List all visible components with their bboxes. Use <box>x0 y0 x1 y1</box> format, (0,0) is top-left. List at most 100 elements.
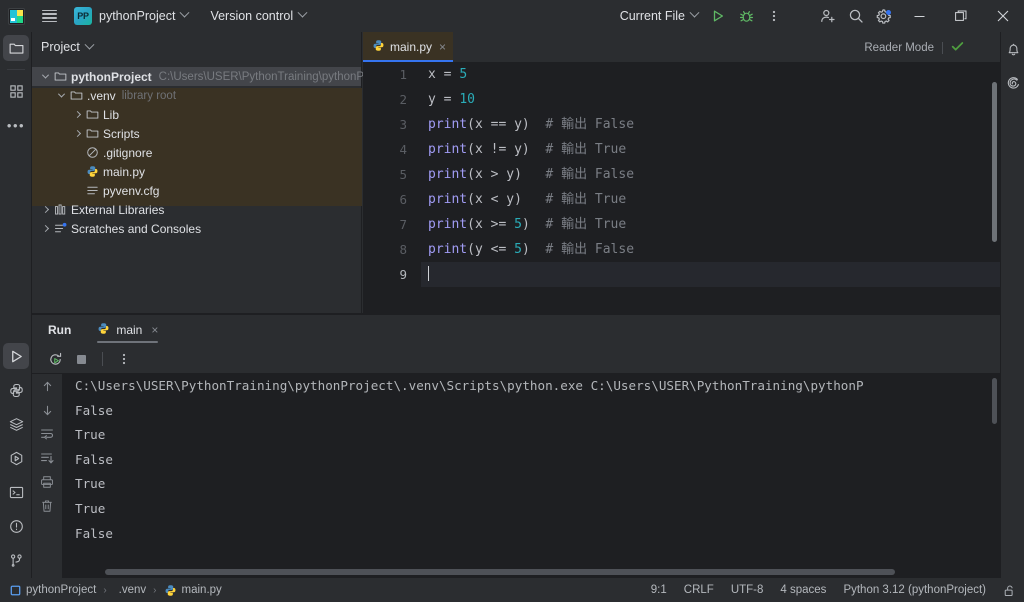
soft-wrap-button[interactable] <box>32 422 62 446</box>
ai-assistant-button[interactable] <box>1001 66 1024 100</box>
sidebar-item-services[interactable] <box>0 408 32 440</box>
run-button[interactable] <box>704 0 732 32</box>
more-actions-button[interactable] <box>760 0 788 32</box>
breadcrumb-item-main-py[interactable]: main.py <box>164 584 222 597</box>
line-separator[interactable]: CRLF <box>684 584 714 596</box>
chevron-right-icon[interactable] <box>38 224 52 233</box>
chevron-right-icon[interactable] <box>70 129 84 138</box>
tree-node-scripts[interactable]: Scripts <box>32 124 361 143</box>
console-vertical-scrollbar[interactable] <box>992 378 997 424</box>
console-output-line: True <box>75 476 106 492</box>
tree-node-label: .venv <box>87 88 116 103</box>
code-line[interactable]: print(x < y) # 輸出 True <box>421 187 1000 212</box>
run-more-options-button[interactable] <box>111 346 137 372</box>
editor-tab-main-py[interactable]: main.py × <box>363 32 454 62</box>
sidebar-item-terminal[interactable] <box>0 476 32 508</box>
breadcrumb-item-pythonproject[interactable]: pythonProject <box>10 584 96 596</box>
code-line[interactable]: print(x == y) # 輸出 False <box>421 112 1000 137</box>
chevron-down-icon[interactable] <box>54 90 68 98</box>
project-panel-header[interactable]: Project <box>32 32 361 62</box>
tree-node--gitignore[interactable]: .gitignore <box>32 143 361 162</box>
project-name-dropdown[interactable]: pythonProject <box>99 7 190 23</box>
tree-node-scratches-and-consoles[interactable]: Scratches and Consoles <box>32 219 361 238</box>
print-button[interactable] <box>32 470 62 494</box>
code-token-plain: ) <box>521 242 546 257</box>
line-number: 1 <box>399 67 407 82</box>
console-output-line: False <box>75 451 113 467</box>
clear-all-button[interactable] <box>32 494 62 518</box>
scroll-up-button[interactable] <box>32 374 62 398</box>
check-icon[interactable] <box>951 40 964 56</box>
indent-setting[interactable]: 4 spaces <box>780 584 826 596</box>
version-control-dropdown[interactable]: Version control <box>210 7 308 23</box>
stop-button[interactable] <box>68 346 94 372</box>
project-tool-window: Project pythonProject C:\Users\USER\Pytho… <box>32 32 392 314</box>
code-line[interactable]: print(x != y) # 輸出 True <box>421 137 1000 162</box>
console-output-line: True <box>75 500 106 516</box>
sidebar-item-python-packages[interactable] <box>0 442 32 474</box>
rail-divider <box>6 69 25 70</box>
main-menu-button[interactable] <box>32 0 66 32</box>
console-output[interactable]: C:\Users\USER\PythonTraining\pythonProje… <box>62 374 1000 579</box>
close-button[interactable] <box>982 0 1024 32</box>
caret-position[interactable]: 9:1 <box>651 584 667 596</box>
scroll-to-end-button[interactable] <box>32 446 62 470</box>
code-token-fn: print <box>428 167 468 182</box>
run-tab-main[interactable]: main × <box>97 315 159 345</box>
chevron-right-icon[interactable] <box>38 205 52 214</box>
code-line[interactable]: print(x >= 5) # 輸出 True <box>421 212 1000 237</box>
close-icon[interactable]: × <box>439 41 446 53</box>
unlocked-icon[interactable] <box>1003 584 1016 597</box>
sidebar-item-problems[interactable] <box>0 510 32 542</box>
sidebar-item-run[interactable] <box>0 340 32 372</box>
tree-node-main-py[interactable]: main.py <box>32 162 361 181</box>
editor-vertical-scrollbar[interactable] <box>992 82 997 242</box>
code-token-num: 5 <box>514 217 522 232</box>
divider <box>102 352 103 366</box>
console-horizontal-scrollbar[interactable] <box>105 569 895 575</box>
gear-icon[interactable] <box>870 0 898 32</box>
code-editor[interactable]: 123456789 x = 5y = 10 print(x == y) # 輸出 … <box>363 62 1000 314</box>
maximize-button[interactable] <box>940 0 982 32</box>
tree-node-pyvenv-cfg[interactable]: pyvenv.cfg <box>32 181 361 200</box>
code-line[interactable] <box>421 262 1000 287</box>
reader-mode-indicator[interactable]: Reader Mode <box>864 40 964 56</box>
tree-node--venv[interactable]: .venv library root <box>32 86 361 105</box>
code-token-num: 5 <box>514 242 522 257</box>
run-configuration-selector[interactable]: Current File <box>620 7 700 23</box>
search-icon[interactable] <box>842 0 870 32</box>
tree-node-external-libraries[interactable]: External Libraries <box>32 200 361 219</box>
add-account-icon[interactable] <box>814 0 842 32</box>
gitignore-icon <box>86 146 99 159</box>
tree-node-icon <box>52 70 69 83</box>
breadcrumb-label: pythonProject <box>26 584 97 596</box>
python-interpreter[interactable]: Python 3.12 (pythonProject) <box>843 584 986 596</box>
sidebar-item-more[interactable]: ••• <box>0 109 32 141</box>
chevron-right-icon[interactable] <box>70 110 84 119</box>
close-icon[interactable]: × <box>151 324 158 336</box>
code-line[interactable]: print(x > y) # 輸出 False <box>421 162 1000 187</box>
sidebar-item-git[interactable] <box>0 544 32 576</box>
tree-node-lib[interactable]: Lib <box>32 105 361 124</box>
debug-button[interactable] <box>732 0 760 32</box>
folder-icon <box>54 70 67 83</box>
project-badge[interactable]: PP <box>74 7 92 25</box>
chevron-down-icon[interactable] <box>38 71 52 79</box>
sidebar-item-python-console[interactable] <box>0 374 32 406</box>
code-line[interactable]: y = 10 <box>421 87 1000 112</box>
sidebar-item-project[interactable] <box>0 32 32 64</box>
code-token-plain: (x == y) <box>467 117 546 132</box>
scroll-down-button[interactable] <box>32 398 62 422</box>
rerun-button[interactable] <box>42 346 68 372</box>
file-encoding[interactable]: UTF-8 <box>731 584 764 596</box>
notifications-button[interactable] <box>1001 32 1024 66</box>
code-line[interactable]: print(y <= 5) # 輸出 False <box>421 237 1000 262</box>
tree-node-label: Scratches and Consoles <box>71 221 202 236</box>
folder-icon <box>70 89 83 102</box>
tree-node-icon <box>52 203 69 216</box>
minimize-button[interactable] <box>898 0 940 32</box>
tree-node-pythonproject[interactable]: pythonProject C:\Users\USER\PythonTrainin… <box>32 67 392 86</box>
code-line[interactable]: x = 5 <box>421 62 1000 87</box>
breadcrumb-item--venv[interactable]: .venv <box>114 584 147 596</box>
sidebar-item-structure[interactable] <box>0 75 32 107</box>
